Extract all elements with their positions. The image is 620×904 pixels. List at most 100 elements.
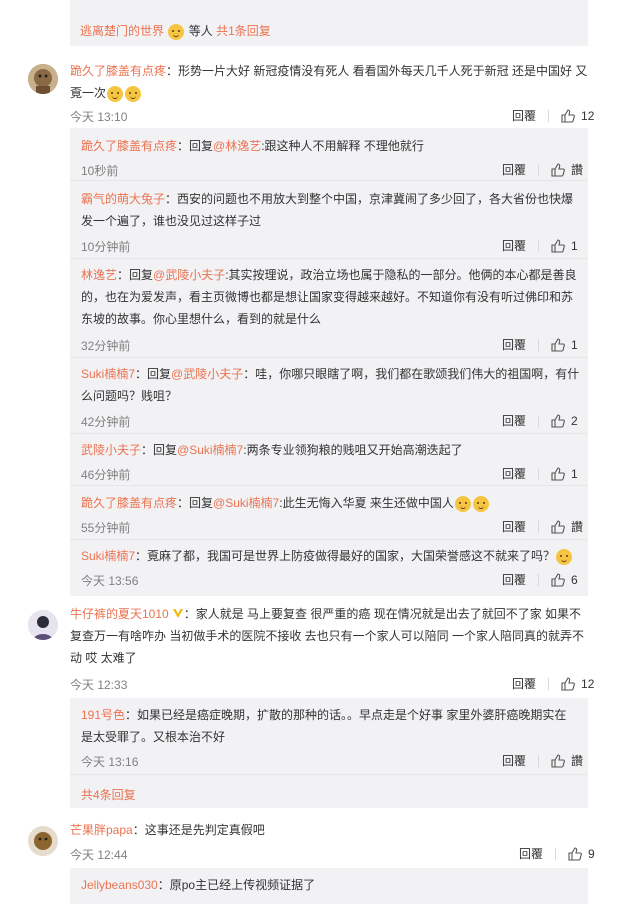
dog-avatar-icon — [28, 64, 58, 94]
reply-item: 林逸艺：回复@武陵小夫子:其实按理说，政治立场也属于隐私的一部分。他俩的本心都是… — [81, 264, 581, 330]
divider — [538, 754, 540, 767]
reply-item: Jellybeans030：原po主已经上传视频证据了 — [81, 874, 586, 896]
reply-button[interactable]: 回覆 — [512, 675, 536, 692]
reply-button[interactable]: 回覆 — [502, 161, 526, 178]
thumbs-up-icon[interactable] — [561, 108, 575, 123]
comment-text-cont: 覔一次 — [70, 86, 107, 100]
avatar[interactable] — [28, 64, 58, 94]
reply-text-cont: 发一个遍了，谁也没见过这样子过 — [81, 214, 262, 228]
thumbs-up-icon[interactable] — [551, 238, 565, 253]
comment-actions: 回覆 12 — [512, 107, 594, 124]
reply-button[interactable]: 回覆 — [502, 752, 526, 769]
thumbs-up-icon[interactable] — [551, 753, 565, 768]
reply-actions: 回覆 1 — [502, 237, 578, 254]
mention-link[interactable]: @林逸艺 — [213, 139, 261, 153]
thumbs-up-icon[interactable] — [551, 413, 565, 428]
reply-item: 跪久了膝盖有点疼：回复@林逸艺:跟这种人不用解释 不理他就行 — [81, 135, 581, 157]
reply-button[interactable]: 回覆 — [502, 518, 526, 535]
reply-prefix: ：回复 — [177, 496, 214, 510]
comment-1-body: 跪久了膝盖有点疼：形势一片大好 新冠疫情没有死人 看看国外每天几千人死于新冠 还… — [70, 60, 590, 104]
reply-text-cont: 东坡的故事。你心里想什么，看到的就是什么 — [81, 312, 322, 326]
avatar[interactable] — [28, 826, 58, 856]
divider-line — [70, 433, 588, 434]
more-replies-link[interactable]: 共4条回复 — [81, 786, 136, 803]
like-count: 讚 — [571, 163, 584, 177]
reply-button[interactable]: 回覆 — [519, 845, 543, 862]
reply-text: :跟这种人不用解释 不理他就行 — [261, 139, 424, 153]
reply-time: 46分钟前 — [81, 468, 131, 482]
reply-button[interactable]: 回覆 — [502, 412, 526, 429]
like-count: 12 — [581, 108, 595, 123]
more-replies-user[interactable]: 逃离楚门的世界 — [80, 24, 164, 38]
reply-item: 武陵小夫子：回复@Suki楠楠7:两条专业领狗粮的贱咀又开始高潮迭起了 — [81, 439, 581, 461]
reply-box-top: 逃离楚门的世界 等人 共1条回复 — [70, 0, 588, 46]
reply-text: ：原po主已经上传视频证据了 — [157, 878, 316, 892]
divider — [555, 847, 557, 860]
divider — [548, 109, 550, 122]
reply-time: 10分钟前 — [81, 240, 131, 254]
reply-time: 今天 13:56 — [81, 574, 139, 588]
emoji-icon — [168, 23, 185, 40]
mention-link[interactable]: @Suki楠楠7 — [177, 443, 243, 457]
divider — [538, 414, 540, 427]
reply-actions: 回覆 1 — [502, 465, 578, 482]
reply-text: ：覔麻了都，我国可是世界上防疫做得最好的国家，大国荣誉感这不就来了吗？ — [135, 549, 556, 563]
reply-button[interactable]: 回覆 — [512, 107, 536, 124]
avatar[interactable] — [28, 610, 58, 640]
user-avatar-icon — [28, 610, 58, 640]
reply-actions: 回覆 2 — [502, 412, 578, 429]
reply-time: 10秒前 — [81, 164, 119, 178]
reply-time: 42分钟前 — [81, 415, 131, 429]
comment-user[interactable]: 芒果胖papa — [70, 823, 133, 837]
divider-line — [70, 258, 588, 259]
verified-badge-icon — [172, 609, 183, 618]
reply-text: :两条专业领狗粮的贱咀又开始高潮迭起了 — [243, 443, 463, 457]
reply-user[interactable]: Suki楠楠7 — [81, 549, 135, 563]
mention-link[interactable]: @武陵小夫子 — [171, 367, 243, 381]
mention-link[interactable]: @武陵小夫子 — [153, 268, 225, 282]
comment-text: ：形势一片大好 新冠疫情没有死人 看看国外每天几千人死于新冠 还是中国好 又 — [166, 64, 588, 78]
reply-user[interactable]: 跪久了膝盖有点疼 — [81, 139, 177, 153]
reply-user[interactable]: Jellybeans030 — [81, 878, 158, 892]
divider-line — [70, 539, 588, 540]
thumbs-up-icon[interactable] — [551, 466, 565, 481]
reply-user[interactable]: 武陵小夫子 — [81, 443, 141, 457]
comment-time: 今天 12:33 — [70, 678, 128, 692]
reply-button[interactable]: 回覆 — [502, 571, 526, 588]
comment-user[interactable]: 跪久了膝盖有点疼 — [70, 64, 166, 78]
reply-user[interactable]: 林逸艺 — [81, 268, 117, 282]
mention-link[interactable]: @Suki楠楠7 — [213, 496, 279, 510]
reply-user[interactable]: Suki楠楠7 — [81, 367, 135, 381]
reply-item: Suki楠楠7：回复@武陵小夫子：哇，你哪只眼瞎了啊，我们都在歌颂我们伟大的祖国… — [81, 363, 581, 407]
like-count: 讚 — [571, 754, 584, 768]
reply-actions: 回覆 1 — [502, 336, 578, 353]
reply-text-cont: 是太受罪了。又根本治不好 — [81, 730, 226, 744]
comment-user[interactable]: 牛仔裤的夏天1010 — [70, 607, 169, 621]
like-count: 1 — [571, 238, 578, 253]
more-replies-link[interactable]: 共1条回复 — [216, 24, 271, 38]
thumbs-up-icon[interactable] — [551, 519, 565, 534]
divider — [538, 520, 540, 533]
reply-user[interactable]: 跪久了膝盖有点疼 — [81, 496, 177, 510]
thumbs-up-icon[interactable] — [561, 676, 575, 691]
more-replies-suffix: 等人 — [188, 24, 213, 38]
comment-actions: 回覆 9 — [519, 845, 595, 862]
reply-button[interactable]: 回覆 — [502, 336, 526, 353]
reply-item: 霸气的萌大兔子：西安的问题也不用放大到整个中国，京津冀闹了多少回了，各大省份也快… — [81, 188, 581, 232]
thumbs-up-icon[interactable] — [551, 162, 565, 177]
reply-user[interactable]: 霸气的萌大兔子 — [81, 192, 165, 206]
divider — [538, 239, 540, 252]
reply-prefix: ：回复 — [117, 268, 154, 282]
reply-time: 32分钟前 — [81, 339, 131, 353]
thumbs-up-icon[interactable] — [551, 572, 565, 587]
divider — [538, 573, 540, 586]
reply-user[interactable]: 191号色 — [81, 708, 125, 722]
thumbs-up-icon[interactable] — [551, 337, 565, 352]
emoji-icon — [472, 495, 489, 512]
thumbs-up-icon[interactable] — [568, 846, 582, 861]
reply-button[interactable]: 回覆 — [502, 465, 526, 482]
reply-button[interactable]: 回覆 — [502, 237, 526, 254]
reply-text-cont: 么问题吗？贱咀？ — [81, 389, 178, 403]
emoji-icon — [125, 85, 142, 102]
divider-line — [70, 180, 588, 181]
